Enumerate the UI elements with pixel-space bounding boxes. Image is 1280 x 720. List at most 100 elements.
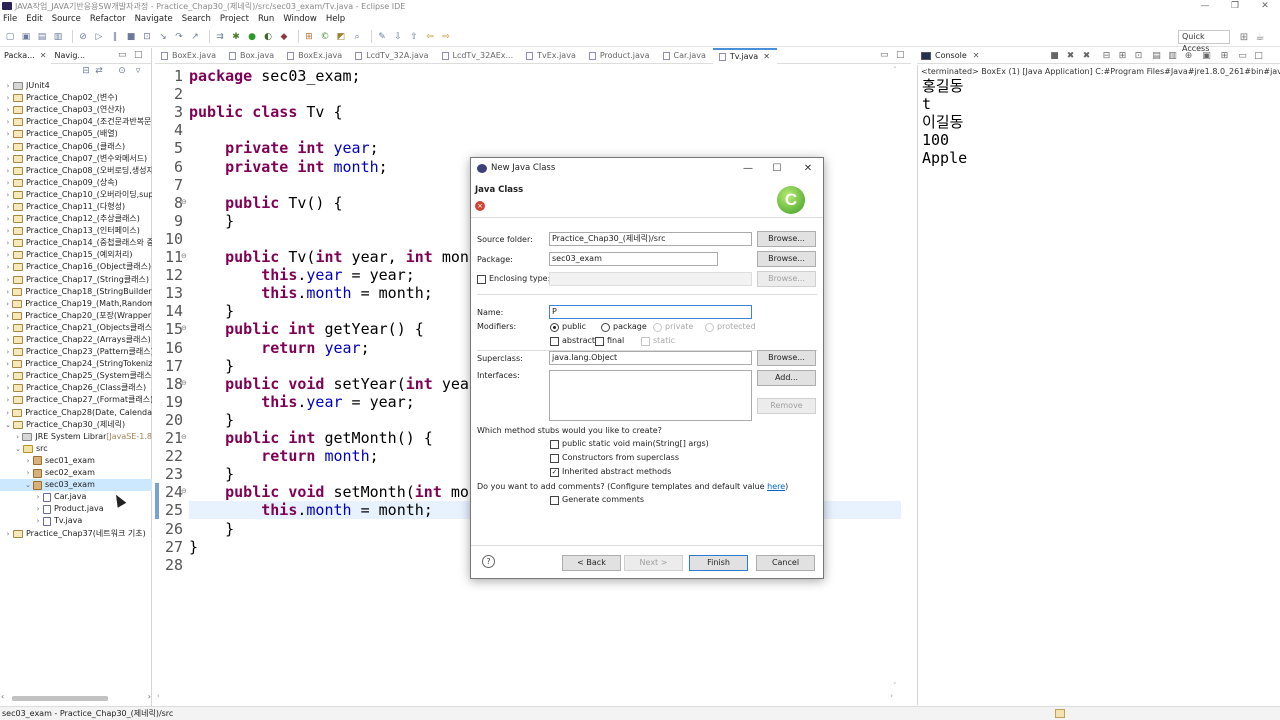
- editor-tab[interactable]: Tv.java ✕: [712, 47, 777, 64]
- show-on-stdout-icon[interactable]: ▤: [1151, 50, 1162, 61]
- tree-item[interactable]: › Practice_Chap28(Date, Calendar를: [0, 407, 152, 419]
- tree-item[interactable]: › Practice_Chap16_(Object클래스): [0, 261, 152, 273]
- scroll-up-icon[interactable]: ˄: [893, 66, 897, 74]
- next-button[interactable]: Next >: [624, 555, 683, 571]
- tree-item[interactable]: › Practice_Chap15_(예외처리): [0, 249, 152, 261]
- back-icon[interactable]: ⇦: [424, 31, 436, 43]
- tree-item[interactable]: › Practice_Chap27_(Format클래스): [0, 394, 152, 406]
- scroll-right-icon[interactable]: ›: [148, 692, 151, 701]
- remove-interface-button[interactable]: Remove: [757, 398, 816, 414]
- maximize-view-icon[interactable]: □: [134, 50, 143, 60]
- tree-item[interactable]: › Practice_Chap07_(변수와메서드): [0, 153, 152, 165]
- configure-templates-link[interactable]: here: [767, 482, 785, 491]
- step-over-icon[interactable]: ↷: [173, 31, 185, 43]
- minimize-dialog-button[interactable]: —: [739, 160, 757, 176]
- tree-item[interactable]: › Practice_Chap19_(Math,Random를: [0, 298, 152, 310]
- terminate-icon[interactable]: ■: [125, 31, 137, 43]
- tree-item[interactable]: › JUnit4: [0, 80, 152, 92]
- menu-navigate[interactable]: Navigate: [135, 14, 173, 24]
- fold-icon[interactable]: ⊖: [181, 433, 187, 441]
- tree-item[interactable]: › Practice_Chap12_(추상클래스): [0, 213, 152, 225]
- save-all-icon[interactable]: ▤: [36, 31, 48, 43]
- chevron-right-icon[interactable]: ›: [3, 382, 13, 394]
- tree-item[interactable]: › JRE System Library [JavaSE-1.8: [0, 431, 152, 443]
- chevron-right-icon[interactable]: ›: [13, 431, 22, 443]
- tree-item[interactable]: › Practice_Chap25_(System클래스): [0, 370, 152, 382]
- open-console-icon[interactable]: ⊞: [1219, 50, 1230, 61]
- package-field[interactable]: sec03_exam: [549, 252, 718, 266]
- save-icon[interactable]: ▣: [20, 31, 32, 43]
- scroll-left-icon[interactable]: ‹: [1, 692, 4, 701]
- run-icon[interactable]: ●: [246, 31, 258, 43]
- browse-source-folder-button[interactable]: Browse...: [757, 231, 816, 247]
- editor-hscrollbar[interactable]: ‹ ›: [155, 692, 895, 701]
- add-interface-button[interactable]: Add...: [757, 370, 816, 386]
- menu-help[interactable]: Help: [326, 14, 345, 24]
- tree-item[interactable]: › Practice_Chap09_(상속): [0, 177, 152, 189]
- suspend-icon[interactable]: ‖: [109, 31, 121, 43]
- chevron-right-icon[interactable]: ›: [3, 310, 12, 322]
- chevron-right-icon[interactable]: ›: [3, 370, 13, 382]
- remove-all-icon[interactable]: ✖: [1081, 50, 1092, 61]
- tree-item[interactable]: › Practice_Chap06_(클래스): [0, 140, 152, 152]
- chevron-down-icon[interactable]: ⌄: [13, 443, 23, 455]
- tree-item[interactable]: ⌄ src: [0, 443, 152, 455]
- chevron-right-icon[interactable]: ›: [3, 394, 13, 406]
- skip-breakpoints-icon[interactable]: ⊘: [77, 31, 89, 43]
- source-folder-field[interactable]: Practice_Chap30_(제네릭)/src: [549, 232, 752, 246]
- chevron-right-icon[interactable]: ›: [3, 104, 13, 116]
- editor-tab[interactable]: BoxEx.java: [155, 48, 223, 64]
- chevron-right-icon[interactable]: ›: [3, 177, 13, 189]
- editor-tab[interactable]: BoxEx.java: [281, 48, 349, 64]
- coverage-icon[interactable]: ◐: [262, 31, 274, 43]
- menu-project[interactable]: Project: [220, 14, 249, 24]
- clear-console-icon[interactable]: ⊟: [1101, 50, 1112, 61]
- scroll-right-icon[interactable]: ›: [890, 692, 893, 700]
- browse-superclass-button[interactable]: Browse...: [757, 350, 816, 366]
- tree-item[interactable]: › Practice_Chap10_(오버라이딩,sup: [0, 189, 152, 201]
- previous-annotation-icon[interactable]: ⇧: [408, 31, 420, 43]
- java-perspective-icon[interactable]: ☕: [1253, 31, 1267, 43]
- chevron-right-icon[interactable]: ›: [3, 407, 12, 419]
- chevron-right-icon[interactable]: ›: [3, 213, 13, 225]
- tree-item[interactable]: › Practice_Chap26_(Class클래스): [0, 382, 152, 394]
- public-radio[interactable]: [550, 323, 559, 332]
- new-java-class-icon[interactable]: ©: [319, 31, 331, 43]
- explorer-hscrollbar[interactable]: ‹ ›: [1, 692, 151, 702]
- tree-item[interactable]: › Practice_Chap23_(Pattern클래스): [0, 346, 152, 358]
- scroll-down-icon[interactable]: ˅: [893, 682, 897, 690]
- quick-access-field[interactable]: Quick Access: [1178, 30, 1230, 53]
- close-window-button[interactable]: ✕: [1250, 0, 1280, 12]
- help-icon[interactable]: ?: [482, 555, 495, 568]
- chevron-right-icon[interactable]: ›: [3, 346, 13, 358]
- chevron-right-icon[interactable]: ›: [3, 128, 13, 140]
- back-button[interactable]: < Back: [562, 555, 621, 571]
- tree-item[interactable]: › Practice_Chap22_(Arrays클래스): [0, 334, 152, 346]
- tree-item[interactable]: › sec01_exam: [0, 455, 152, 467]
- chevron-right-icon[interactable]: ›: [3, 80, 13, 92]
- disconnect-icon[interactable]: ⊡: [141, 31, 153, 43]
- editor-tab[interactable]: LcdTv_32AEx...: [436, 48, 521, 64]
- chevron-right-icon[interactable]: ›: [3, 322, 13, 334]
- protected-radio[interactable]: [705, 323, 714, 332]
- menu-search[interactable]: Search: [182, 14, 211, 24]
- tree-item[interactable]: › Practice_Chap04_(조건문과반복문: [0, 116, 152, 128]
- browse-enclosing-button[interactable]: Browse...: [757, 271, 816, 287]
- view-menu-icon[interactable]: ▿: [132, 65, 144, 77]
- close-icon[interactable]: ✕: [40, 51, 47, 60]
- remove-launch-icon[interactable]: ✖: [1065, 50, 1076, 61]
- tree-item[interactable]: › Practice_Chap13_(인터페이스): [0, 225, 152, 237]
- menu-edit[interactable]: Edit: [26, 14, 42, 24]
- menu-refactor[interactable]: Refactor: [90, 14, 126, 24]
- menu-file[interactable]: File: [3, 14, 17, 24]
- word-wrap-icon[interactable]: ⊡: [1133, 50, 1144, 61]
- toggle-mark-icon[interactable]: ✎: [376, 31, 388, 43]
- fold-icon[interactable]: ⊖: [181, 487, 187, 495]
- forward-icon[interactable]: ⇨: [440, 31, 452, 43]
- tree-item[interactable]: ⌄ sec03_exam: [0, 479, 152, 492]
- editor-tab[interactable]: Box.java: [223, 48, 281, 64]
- fold-icon[interactable]: ⊖: [181, 379, 187, 387]
- tree-item[interactable]: › Car.java: [0, 491, 152, 503]
- tree-item[interactable]: › Practice_Chap11_(다형성): [0, 201, 152, 213]
- tree-item[interactable]: › Practice_Chap08_(오버로딩,생성자: [0, 165, 152, 177]
